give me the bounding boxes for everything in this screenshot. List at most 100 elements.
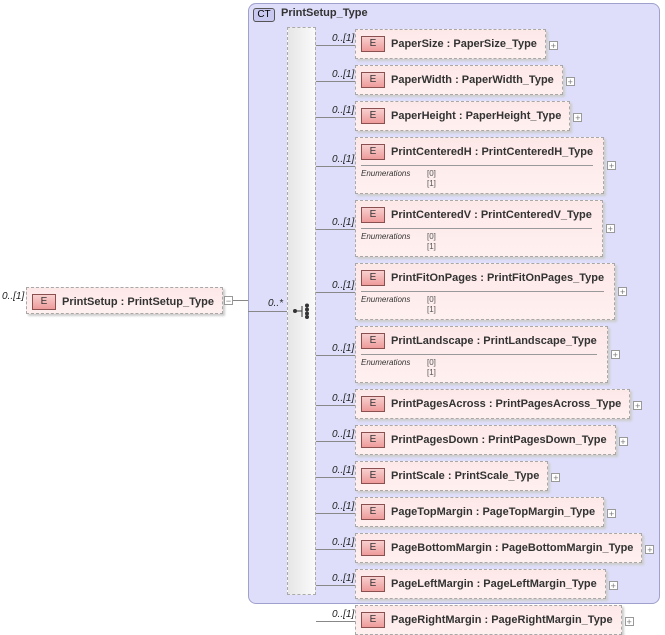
enumerations: Enumerations [0] [1] (361, 291, 605, 315)
expand-toggle[interactable]: + (573, 113, 583, 123)
child-element-row: 0..[1] E PageRightMargin : PageRightMargi… (316, 605, 654, 635)
child-element-row: 0..[1] E PrintFitOnPages : PrintFitOnPage… (316, 263, 654, 320)
child-element-box[interactable]: E PaperHeight : PaperHeight_Type (355, 101, 571, 131)
child-element-name: PageBottomMargin : PageBottomMargin_Type (391, 541, 634, 554)
complex-type-badge: CT (253, 8, 275, 22)
element-badge: E (361, 503, 385, 520)
connector-line (316, 355, 355, 356)
connector-line (316, 477, 355, 478)
root-element-name: PrintSetup : PrintSetup_Type (62, 295, 214, 308)
connector-line (316, 292, 355, 293)
expand-toggle[interactable]: + (610, 350, 620, 360)
expand-toggle[interactable]: + (551, 473, 561, 483)
expand-toggle[interactable]: + (645, 545, 655, 555)
enum-value: [0] (427, 169, 436, 178)
child-multiplicity: 0..[1] (332, 343, 355, 354)
child-element-box[interactable]: E PrintFitOnPages : PrintFitOnPages_Type E… (355, 263, 616, 320)
expand-toggle[interactable]: + (608, 581, 618, 591)
expand-toggle[interactable]: + (607, 161, 617, 171)
child-element-name: PrintScale : PrintScale_Type (391, 469, 540, 482)
enumerations: Enumerations [0] [1] (361, 354, 597, 378)
connector-line (248, 311, 287, 312)
connector-line (316, 405, 355, 406)
enum-value: [1] (427, 305, 436, 314)
child-element-row: 0..[1] E PrintPagesDown : PrintPagesDown_… (316, 425, 654, 455)
child-element-box[interactable]: E PrintPagesAcross : PrintPagesAcross_Typ… (355, 389, 631, 419)
connector-line (316, 585, 355, 586)
element-badge: E (361, 206, 385, 223)
expand-toggle[interactable]: + (607, 509, 617, 519)
sequence-multiplicity: 0..* (268, 298, 284, 309)
enumerations: Enumerations [0] [1] (361, 165, 594, 189)
child-element-name: PageTopMargin : PageTopMargin_Type (391, 505, 596, 518)
child-element-box[interactable]: E PrintPagesDown : PrintPagesDown_Type (355, 425, 616, 455)
root-element-box[interactable]: E PrintSetup : PrintSetup_Type (26, 287, 223, 314)
child-element-row: 0..[1] E PrintLandscape : PrintLandscape_… (316, 326, 654, 383)
child-element-box[interactable]: E PageRightMargin : PageRightMargin_Type (355, 605, 622, 635)
child-multiplicity: 0..[1] (332, 501, 355, 512)
connector-line (316, 81, 355, 82)
expand-toggle[interactable]: + (565, 77, 575, 87)
child-element-name: PaperHeight : PaperHeight_Type (391, 109, 562, 122)
child-multiplicity: 0..[1] (332, 465, 355, 476)
enumerations-label: Enumerations (361, 295, 411, 304)
child-element-row: 0..[1] E PaperWidth : PaperWidth_Type + (316, 65, 654, 95)
child-element-row: 0..[1] E PageLeftMargin : PageLeftMargin_… (316, 569, 654, 599)
element-badge: E (361, 611, 385, 628)
enum-value: [0] (427, 232, 436, 241)
child-element-row: 0..[1] E PrintPagesAcross : PrintPagesAcr… (316, 389, 654, 419)
enum-value: [0] (427, 295, 436, 304)
child-element-name: PrintPagesAcross : PrintPagesAcross_Type (391, 397, 622, 410)
sequence-icon (293, 303, 309, 319)
element-badge: E (32, 293, 56, 310)
child-element-name: PaperWidth : PaperWidth_Type (391, 73, 554, 86)
child-multiplicity: 0..[1] (332, 280, 355, 291)
element-badge: E (361, 71, 385, 88)
collapse-toggle[interactable]: − (224, 296, 233, 306)
element-badge: E (361, 467, 385, 484)
element-badge: E (361, 332, 385, 349)
expand-toggle[interactable]: + (548, 41, 558, 51)
enum-value: [1] (427, 179, 436, 188)
connector-line (316, 513, 355, 514)
child-element-row: 0..[1] E PaperSize : PaperSize_Type + (316, 29, 654, 59)
child-element-box[interactable]: E PaperSize : PaperSize_Type (355, 29, 546, 59)
expand-toggle[interactable]: + (633, 401, 643, 411)
child-element-box[interactable]: E PrintLandscape : PrintLandscape_Type Enu… (355, 326, 608, 383)
element-badge: E (361, 395, 385, 412)
expand-toggle[interactable]: + (624, 617, 634, 627)
child-multiplicity: 0..[1] (332, 609, 355, 620)
expand-toggle[interactable]: + (618, 287, 628, 297)
connector-line (233, 300, 248, 301)
connector-line (316, 621, 355, 622)
element-badge: E (361, 35, 385, 52)
element-badge: E (361, 575, 385, 592)
child-element-box[interactable]: E PageBottomMargin : PageBottomMargin_Typ… (355, 533, 643, 563)
root-multiplicity: 0..[1] (2, 291, 25, 302)
connector-line (316, 117, 355, 118)
child-element-row: 0..[1] E PrintCenteredH : PrintCenteredH_… (316, 137, 654, 194)
child-element-box[interactable]: E PaperWidth : PaperWidth_Type (355, 65, 563, 95)
child-multiplicity: 0..[1] (332, 105, 355, 116)
child-multiplicity: 0..[1] (332, 429, 355, 440)
connector-line (316, 441, 355, 442)
child-element-row: 0..[1] E PrintCenteredV : PrintCenteredV_… (316, 200, 654, 257)
child-element-box[interactable]: E PrintCenteredV : PrintCenteredV_Type Enu… (355, 200, 603, 257)
child-multiplicity: 0..[1] (332, 537, 355, 548)
expand-toggle[interactable]: + (618, 437, 628, 447)
enumerations: Enumerations [0] [1] (361, 228, 592, 252)
child-element-box[interactable]: E PageTopMargin : PageTopMargin_Type (355, 497, 605, 527)
child-multiplicity: 0..[1] (332, 33, 355, 44)
child-element-name: PrintCenteredH : PrintCenteredH_Type (391, 145, 594, 158)
child-element-box[interactable]: E PrintScale : PrintScale_Type (355, 461, 549, 491)
element-badge: E (361, 269, 385, 286)
child-multiplicity: 0..[1] (332, 393, 355, 404)
expand-toggle[interactable]: + (605, 224, 615, 234)
child-element-name: PaperSize : PaperSize_Type (391, 37, 537, 50)
child-element-box[interactable]: E PrintCenteredH : PrintCenteredH_Type Enu… (355, 137, 605, 194)
child-element-box[interactable]: E PageLeftMargin : PageLeftMargin_Type (355, 569, 606, 599)
child-multiplicity: 0..[1] (332, 154, 355, 165)
child-element-name: PrintFitOnPages : PrintFitOnPages_Type (391, 271, 605, 284)
child-element-name: PageRightMargin : PageRightMargin_Type (391, 613, 613, 626)
enumerations-label: Enumerations (361, 232, 411, 241)
